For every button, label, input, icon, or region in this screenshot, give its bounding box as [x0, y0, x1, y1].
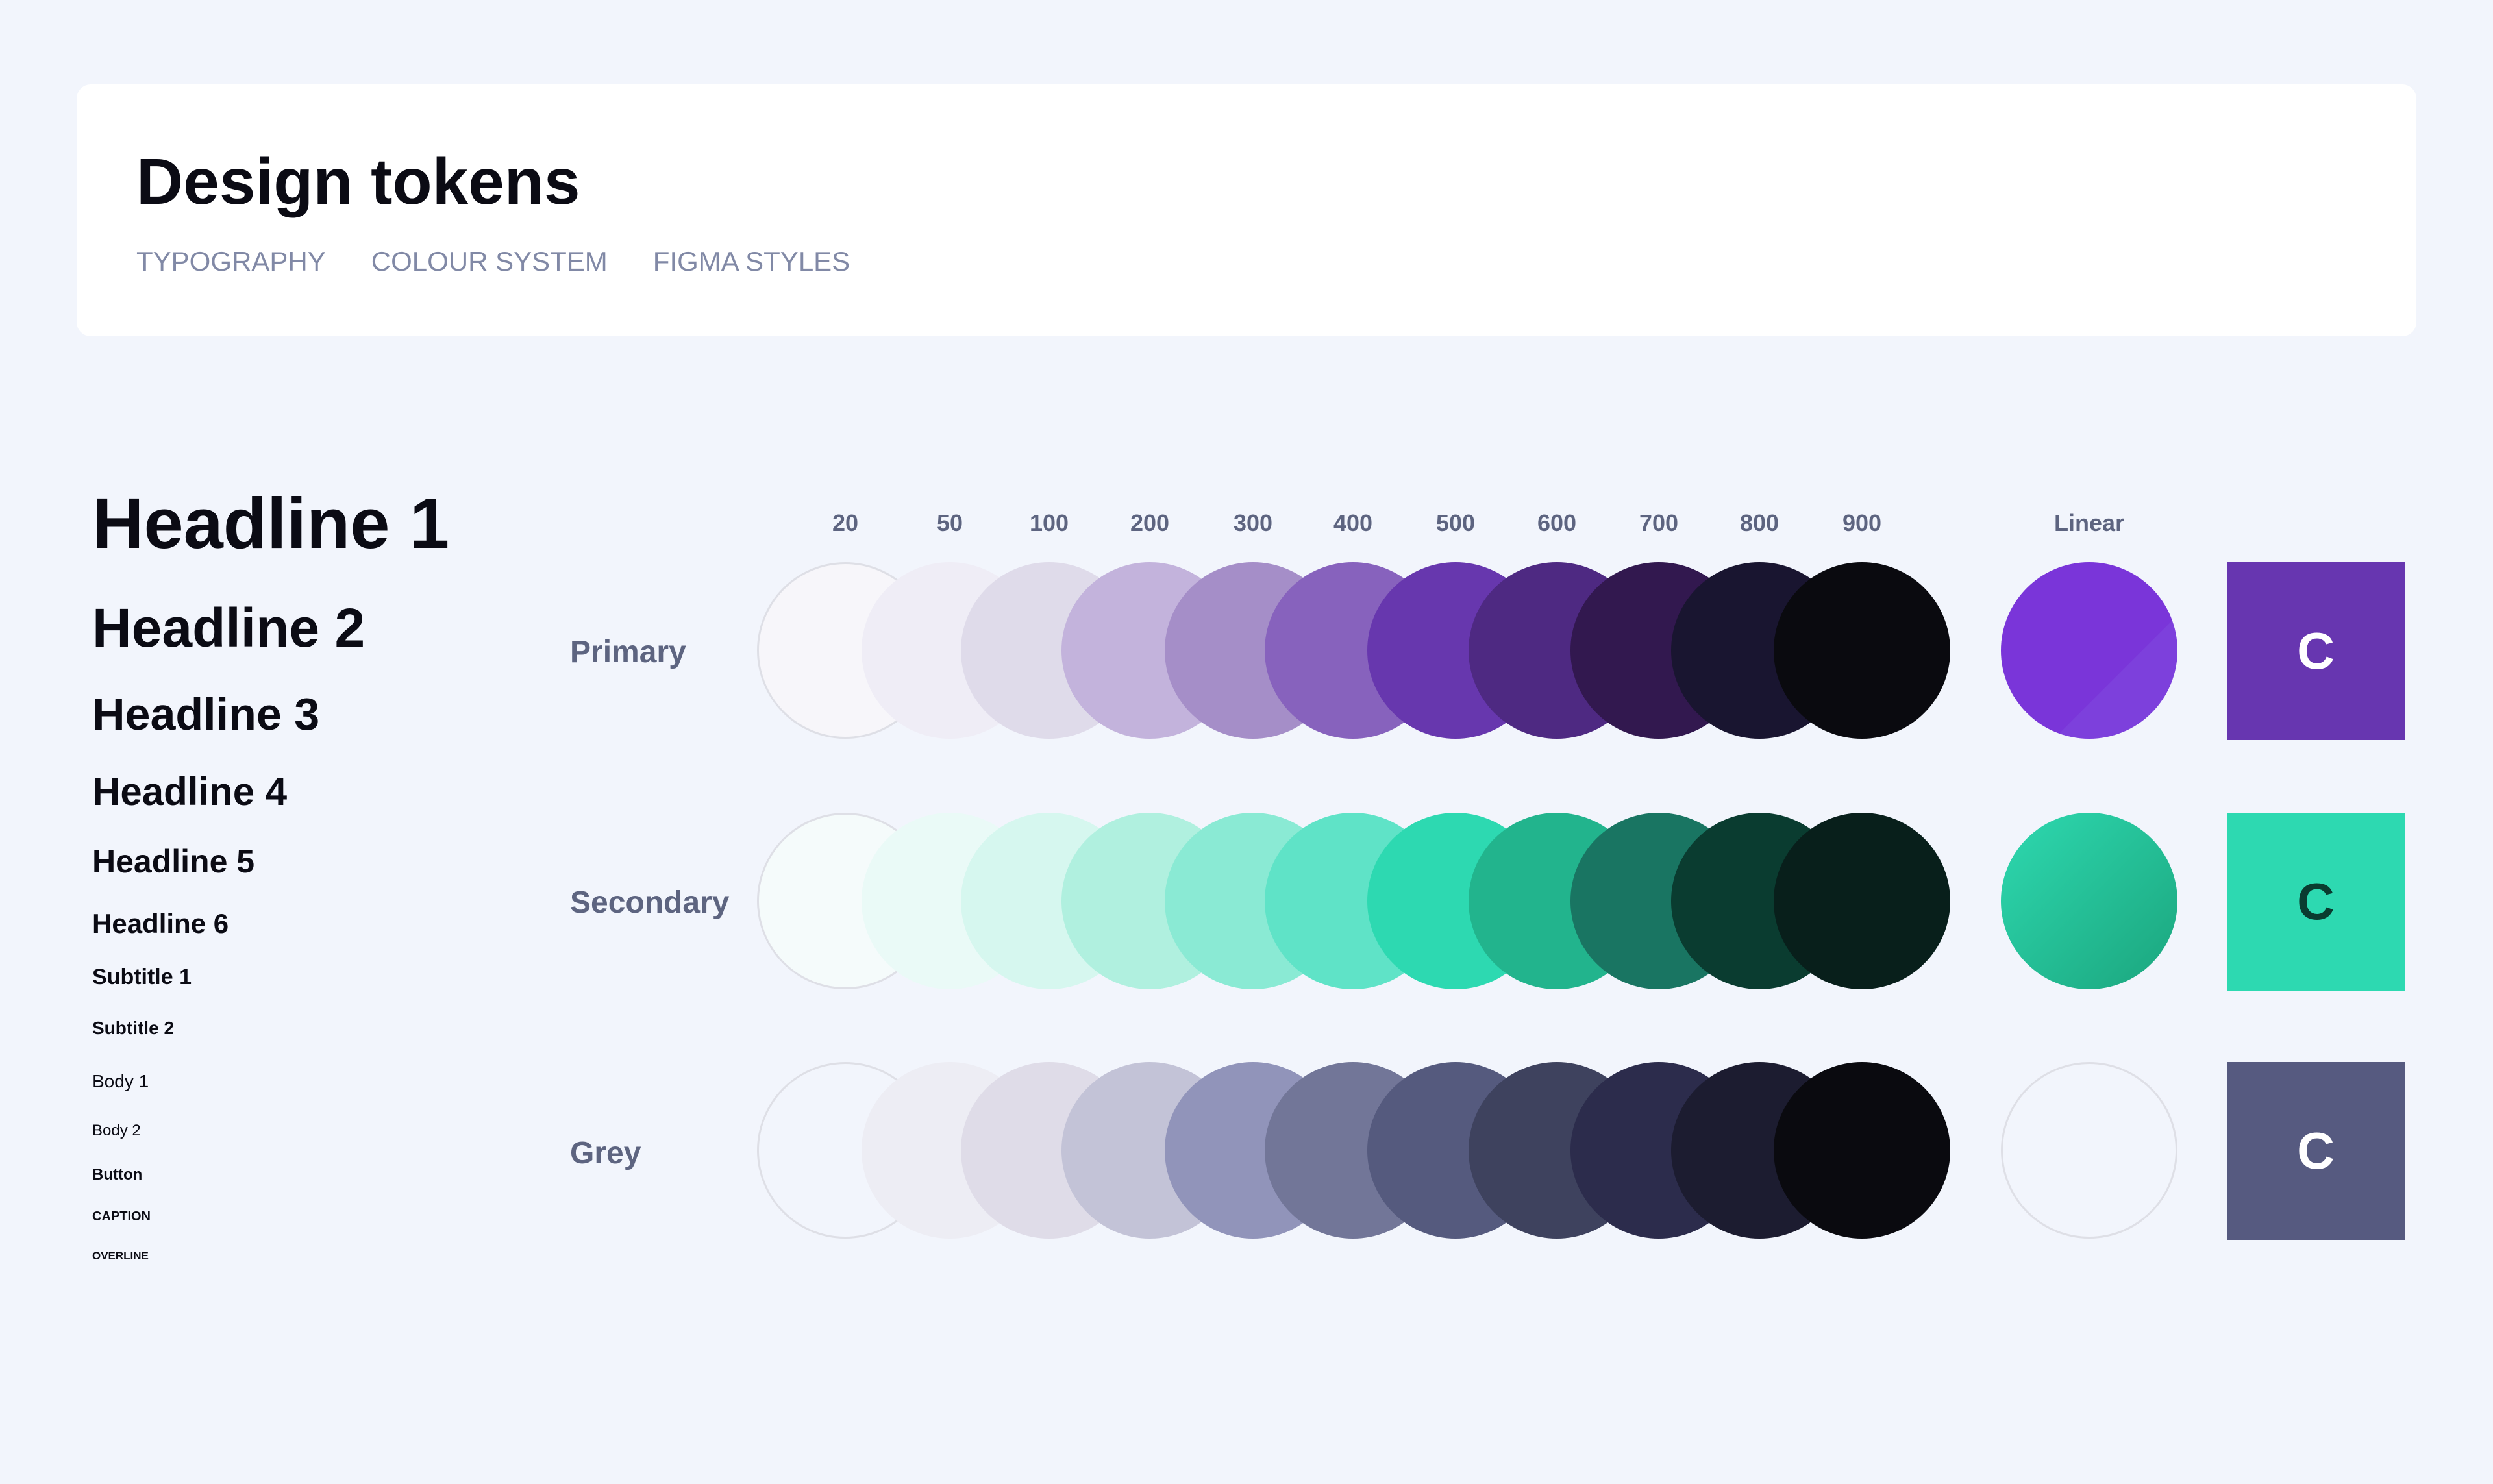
secondary-linear-gradient-swatch[interactable] — [2001, 813, 2177, 989]
primary-token-tile[interactable]: C — [2227, 562, 2405, 740]
secondary-swatch-900[interactable] — [1774, 813, 1950, 989]
row-label-primary: Primary — [570, 635, 686, 669]
headline-5-sample: Headline 5 — [92, 843, 255, 880]
subtitle-1-sample: Subtitle 1 — [92, 965, 192, 989]
scale-label-700: 700 — [1639, 510, 1679, 536]
button-style-sample: Button — [92, 1166, 143, 1183]
tile-letter: C — [2297, 1122, 2335, 1180]
scale-label-600: 600 — [1537, 510, 1577, 536]
row-label-grey: Grey — [570, 1136, 641, 1170]
scale-label-400: 400 — [1333, 510, 1373, 536]
scale-label-300: 300 — [1233, 510, 1273, 536]
primary-linear-gradient-swatch[interactable] — [2001, 562, 2177, 739]
grey-linear-gradient-swatch[interactable] — [2001, 1062, 2177, 1239]
caption-sample: CAPTION — [92, 1209, 151, 1224]
subtitle-2-sample: Subtitle 2 — [92, 1018, 175, 1038]
scale-label-50: 50 — [936, 510, 963, 536]
scale-label-500: 500 — [1435, 510, 1476, 536]
headline-3-sample: Headline 3 — [92, 689, 320, 739]
typography-scale: Headline 1 Headline 2 Headline 3 Headlin… — [92, 0, 482, 1484]
tile-letter: C — [2297, 872, 2335, 930]
headline-6-sample: Headline 6 — [92, 908, 229, 939]
body-1-sample: Body 1 — [92, 1071, 149, 1091]
tile-letter: C — [2297, 622, 2335, 680]
scale-label-linear: Linear — [2053, 510, 2125, 536]
scale-label-200: 200 — [1130, 510, 1170, 536]
headline-2-sample: Headline 2 — [92, 597, 366, 658]
body-2-sample: Body 2 — [92, 1122, 141, 1139]
row-label-secondary: Secondary — [570, 885, 730, 920]
secondary-token-tile[interactable]: C — [2227, 813, 2405, 991]
grey-swatch-900[interactable] — [1774, 1062, 1950, 1239]
scale-label-900: 900 — [1842, 510, 1882, 536]
scale-label-100: 100 — [1029, 510, 1069, 536]
scale-label-800: 800 — [1739, 510, 1780, 536]
scale-label-20: 20 — [832, 510, 859, 536]
headline-1-sample: Headline 1 — [92, 484, 450, 563]
grey-token-tile[interactable]: C — [2227, 1062, 2405, 1240]
overline-sample: OVERLINE — [92, 1250, 149, 1262]
headline-4-sample: Headline 4 — [92, 770, 288, 813]
primary-swatch-900[interactable] — [1774, 562, 1950, 739]
tab-figma-styles[interactable]: FIGMA STYLES — [653, 244, 850, 279]
